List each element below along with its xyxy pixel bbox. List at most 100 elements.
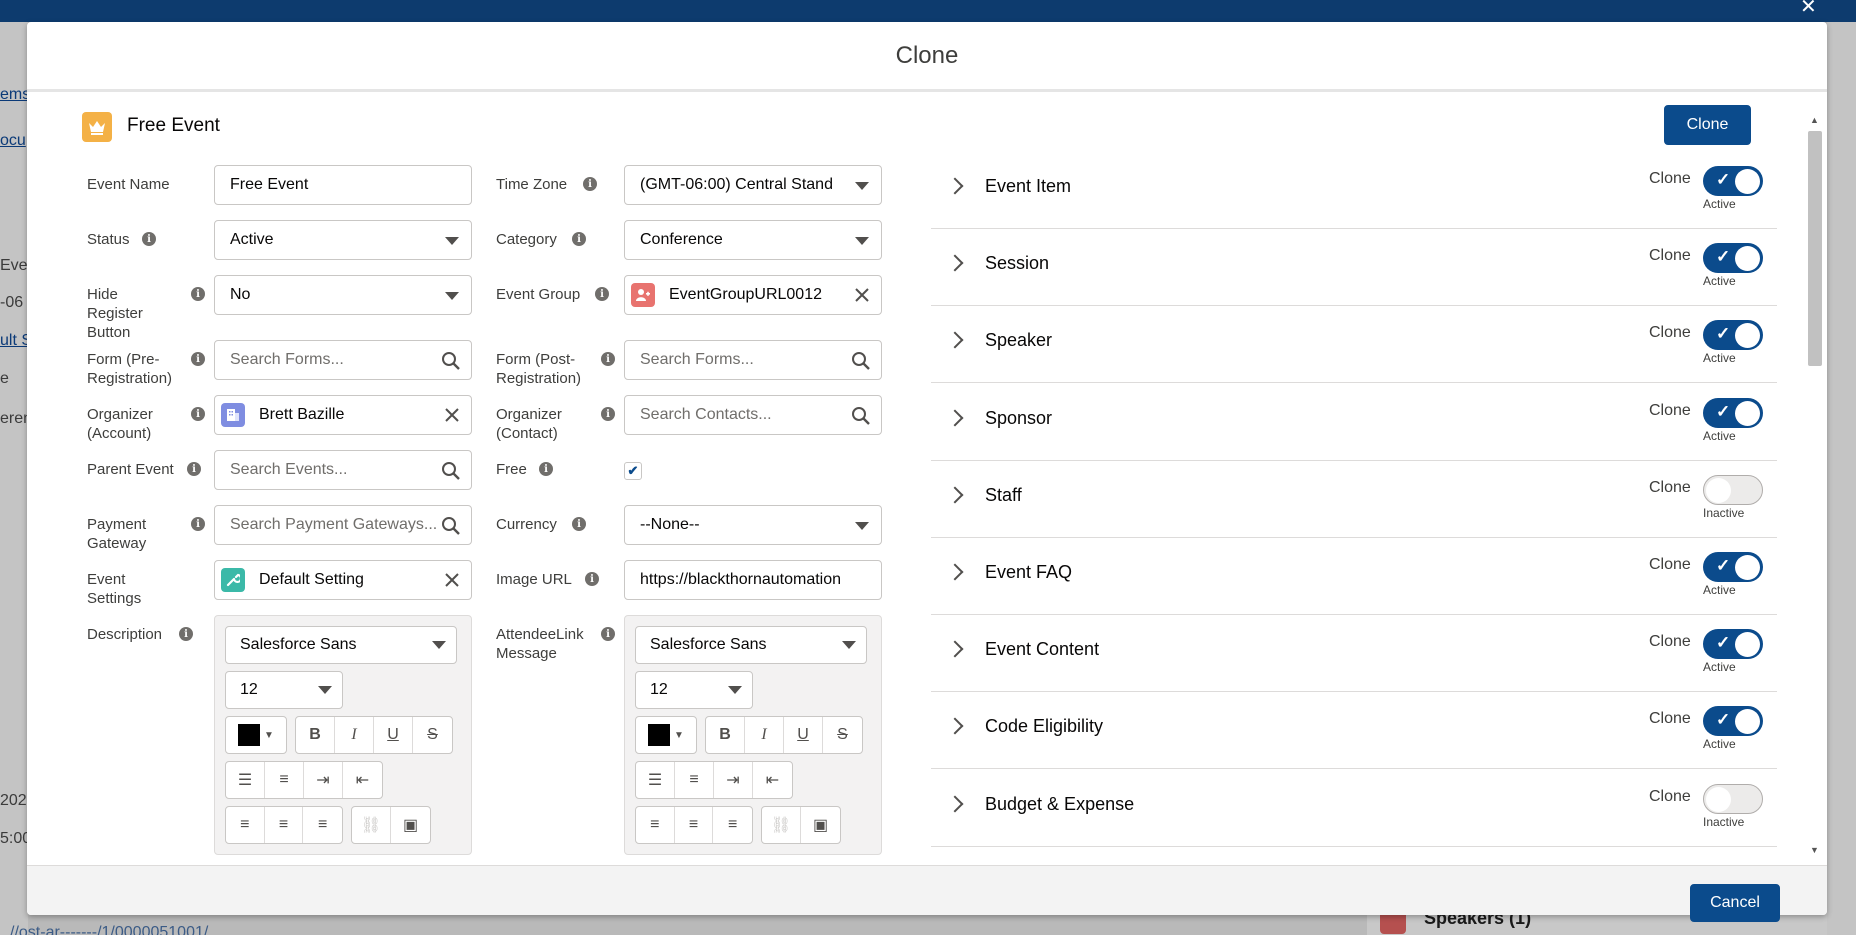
info-icon[interactable]: i xyxy=(601,352,615,366)
free-checkbox[interactable]: ✔ xyxy=(624,462,642,480)
text-color-button[interactable]: ▼ xyxy=(225,716,287,754)
scroll-up-icon[interactable]: ▲ xyxy=(1810,115,1819,125)
info-icon[interactable]: i xyxy=(179,627,193,641)
align-center-icon[interactable]: ≡ xyxy=(265,807,304,843)
form-pre-search[interactable]: Search Forms... xyxy=(214,340,472,380)
bullet-list-icon[interactable]: ☰ xyxy=(226,762,265,798)
bullet-list-icon[interactable]: ☰ xyxy=(636,762,675,798)
clone-toggle[interactable]: ✓ xyxy=(1703,397,1763,428)
event-group-lookup[interactable]: EventGroupURL0012 xyxy=(624,275,882,315)
info-icon[interactable]: i xyxy=(572,517,586,531)
info-icon[interactable]: i xyxy=(601,407,615,421)
strikethrough-icon[interactable]: S xyxy=(413,717,452,753)
category-select[interactable]: Conference xyxy=(624,220,882,260)
font-family-select[interactable]: Salesforce Sans xyxy=(635,626,867,664)
font-family-select[interactable]: Salesforce Sans xyxy=(225,626,457,664)
outdent-icon[interactable]: ⇤ xyxy=(343,762,382,798)
time-zone-select[interactable]: (GMT-06:00) Central Stand xyxy=(624,165,882,205)
italic-icon[interactable]: I xyxy=(745,717,784,753)
section-row[interactable]: Budget & Expense Clone Inactive xyxy=(931,770,1777,847)
scroll-down-icon[interactable]: ▼ xyxy=(1810,845,1819,855)
currency-select[interactable]: --None-- xyxy=(624,505,882,545)
clone-toggle[interactable]: ✓ xyxy=(1703,629,1763,660)
align-center-icon[interactable]: ≡ xyxy=(675,807,714,843)
organizer-account-lookup[interactable]: Brett Bazille xyxy=(214,395,472,435)
clone-toggle[interactable]: ✓ xyxy=(1703,320,1763,351)
organizer-contact-search[interactable]: Search Contacts... xyxy=(624,395,882,435)
info-icon[interactable]: i xyxy=(191,352,205,366)
font-size-select[interactable]: 12 xyxy=(225,671,343,709)
strikethrough-icon[interactable]: S xyxy=(823,717,862,753)
status-select[interactable]: Active xyxy=(214,220,472,260)
chevron-right-icon[interactable] xyxy=(946,640,964,658)
section-row[interactable]: Event Content Clone ✓ Active xyxy=(931,615,1777,693)
section-row[interactable]: Code Eligibility Clone ✓ Active xyxy=(931,692,1777,770)
info-icon[interactable]: i xyxy=(187,462,201,476)
align-left-icon[interactable]: ≡ xyxy=(636,807,675,843)
clone-toggle[interactable]: ✓ xyxy=(1703,166,1763,196)
underline-icon[interactable]: U xyxy=(784,717,823,753)
scroll-thumb[interactable] xyxy=(1808,131,1822,366)
info-icon[interactable]: i xyxy=(191,517,205,531)
bold-icon[interactable]: B xyxy=(706,717,745,753)
link-icon[interactable]: ⛓ xyxy=(352,807,391,843)
link-icon[interactable]: ⛓ xyxy=(762,807,801,843)
chevron-right-icon[interactable] xyxy=(946,795,964,813)
cancel-button[interactable]: Cancel xyxy=(1690,884,1780,922)
description-editor[interactable]: Salesforce Sans 12 ▼ B I U S ☰ ≡ ⇥ ⇤ ≡ ≡… xyxy=(214,615,472,855)
chevron-right-icon[interactable] xyxy=(946,563,964,581)
italic-icon[interactable]: I xyxy=(335,717,374,753)
close-icon[interactable]: ✕ xyxy=(1800,0,1817,19)
info-icon[interactable]: i xyxy=(539,462,553,476)
color-picker[interactable]: ▼ xyxy=(226,717,286,753)
image-icon[interactable]: ▣ xyxy=(801,807,840,843)
color-picker[interactable]: ▼ xyxy=(636,717,696,753)
align-right-icon[interactable]: ≡ xyxy=(713,807,752,843)
section-row[interactable]: Speaker Clone ✓ Active xyxy=(931,306,1777,384)
event-name-input[interactable]: Free Event xyxy=(214,165,472,205)
section-row[interactable]: Staff Clone Inactive xyxy=(931,461,1777,538)
text-color-button[interactable]: ▼ xyxy=(635,716,697,754)
form-post-search[interactable]: Search Forms... xyxy=(624,340,882,380)
section-row[interactable]: Sponsor Clone ✓ Active xyxy=(931,384,1777,461)
chevron-right-icon[interactable] xyxy=(946,254,964,272)
info-icon[interactable]: i xyxy=(191,287,205,301)
section-row[interactable]: Event Item Clone ✓ Active xyxy=(931,152,1777,229)
section-row[interactable]: Event FAQ Clone ✓ Active xyxy=(931,538,1777,615)
section-row[interactable]: Session Clone ✓ Active xyxy=(931,229,1777,307)
info-icon[interactable]: i xyxy=(191,407,205,421)
chevron-right-icon[interactable] xyxy=(946,717,964,735)
clone-toggle[interactable] xyxy=(1703,474,1763,505)
payment-gateway-search[interactable]: Search Payment Gateways... xyxy=(214,505,472,545)
event-settings-lookup[interactable]: Default Setting xyxy=(214,560,472,600)
chevron-right-icon[interactable] xyxy=(946,331,964,349)
modal-scrollbar[interactable]: ▲ ▼ xyxy=(1805,115,1823,855)
image-icon[interactable]: ▣ xyxy=(391,807,430,843)
info-icon[interactable]: i xyxy=(601,627,615,641)
close-icon[interactable] xyxy=(443,571,461,589)
info-icon[interactable]: i xyxy=(585,572,599,586)
clone-toggle[interactable]: ✓ xyxy=(1703,243,1763,274)
bold-icon[interactable]: B xyxy=(296,717,335,753)
align-right-icon[interactable]: ≡ xyxy=(303,807,342,843)
parent-event-search[interactable]: Search Events... xyxy=(214,450,472,490)
clone-toggle[interactable]: ✓ xyxy=(1703,706,1763,737)
font-size-select[interactable]: 12 xyxy=(635,671,753,709)
info-icon[interactable]: i xyxy=(142,232,156,246)
indent-icon[interactable]: ⇥ xyxy=(304,762,343,798)
close-icon[interactable] xyxy=(853,286,871,304)
info-icon[interactable]: i xyxy=(583,177,597,191)
underline-icon[interactable]: U xyxy=(374,717,413,753)
hide-register-select[interactable]: No xyxy=(214,275,472,315)
numbered-list-icon[interactable]: ≡ xyxy=(265,762,304,798)
indent-icon[interactable]: ⇥ xyxy=(714,762,753,798)
numbered-list-icon[interactable]: ≡ xyxy=(675,762,714,798)
clone-toggle[interactable]: ✓ xyxy=(1703,552,1763,582)
close-icon[interactable] xyxy=(443,406,461,424)
clone-toggle[interactable] xyxy=(1703,783,1763,814)
chevron-right-icon[interactable] xyxy=(946,177,964,195)
clone-button[interactable]: Clone xyxy=(1664,105,1751,145)
chevron-right-icon[interactable] xyxy=(946,409,964,427)
attendee-link-editor[interactable]: Salesforce Sans 12 ▼ B I U S ☰ ≡ ⇥ ⇤ ≡ ≡… xyxy=(624,615,882,855)
outdent-icon[interactable]: ⇤ xyxy=(753,762,792,798)
